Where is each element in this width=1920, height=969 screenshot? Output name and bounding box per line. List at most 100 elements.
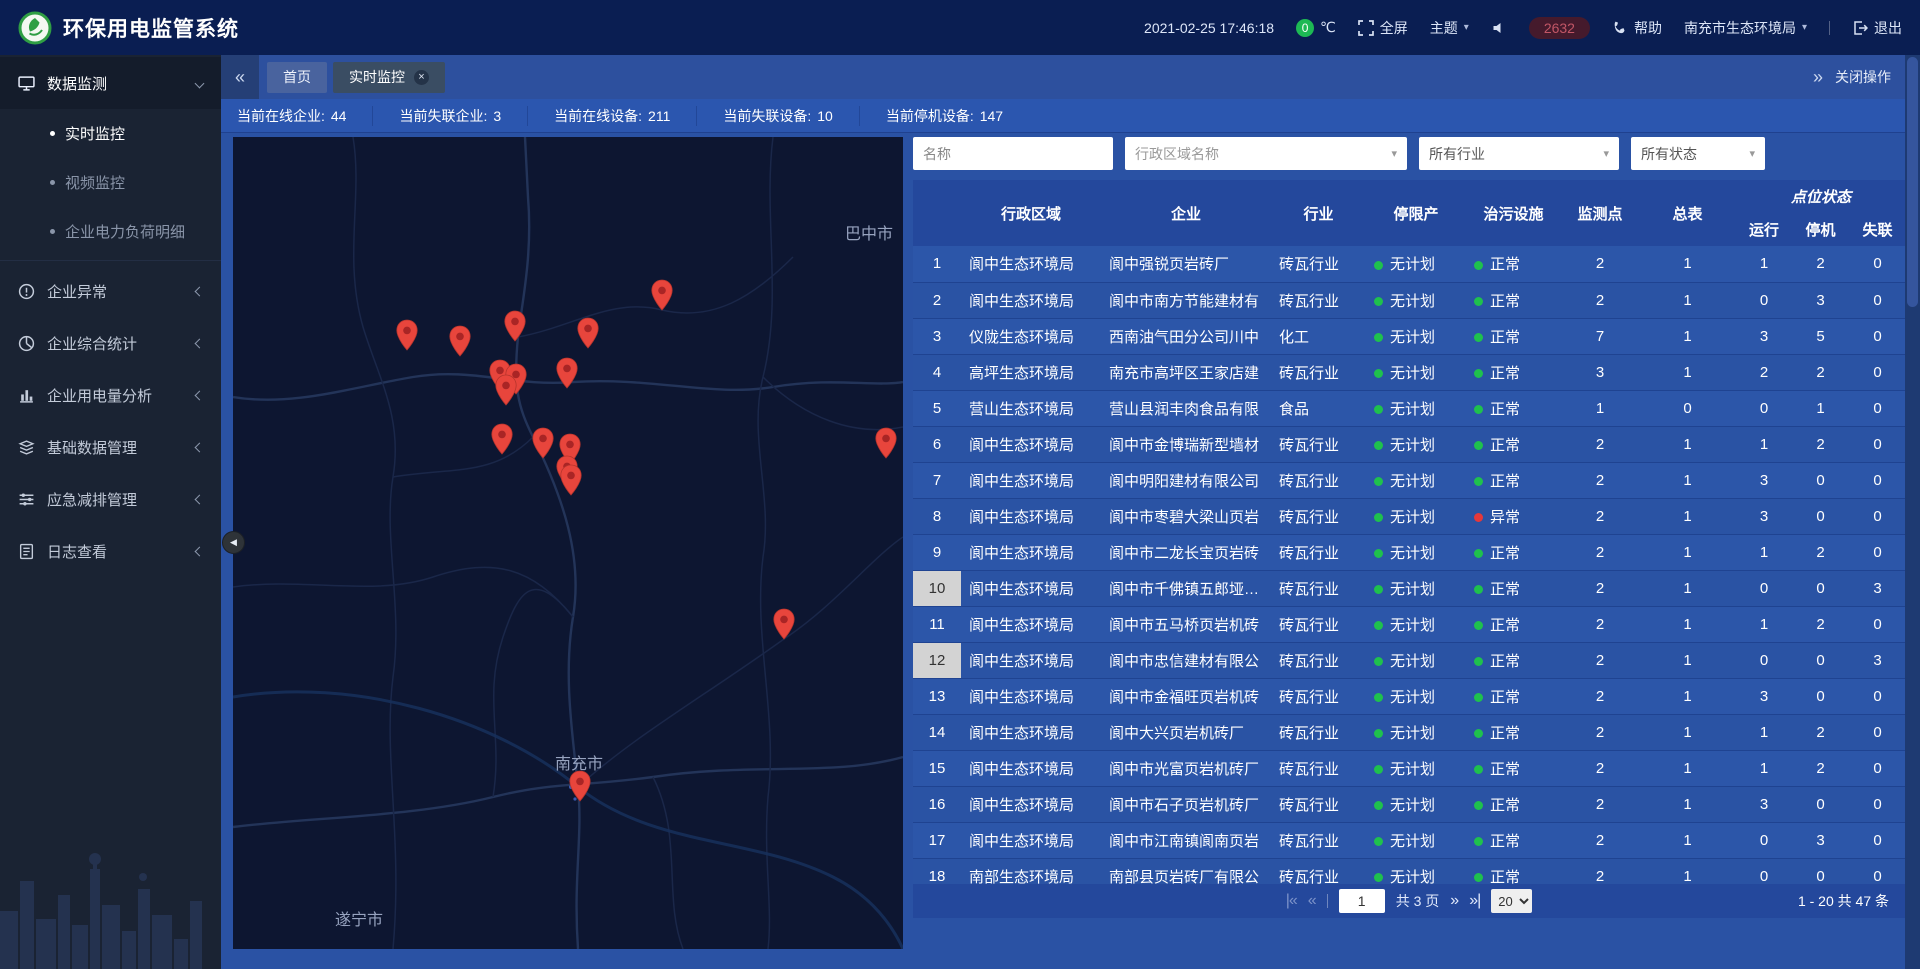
table-row[interactable]: 3 仪陇生态环境局 西南油气田分公司川中 化工 无计划 正常 7 1 3 5 0 — [913, 318, 1905, 354]
scrollbar-thumb[interactable] — [1907, 57, 1918, 307]
sidebar-item-company-abnormal[interactable]: 企业异常 — [0, 265, 221, 317]
prev-page-button[interactable]: « — [1308, 892, 1316, 910]
cell-region: 阆中生态环境局 — [961, 534, 1101, 570]
map-pin[interactable] — [561, 465, 581, 495]
sidebar-item-data-monitoring[interactable]: 数据监测 — [0, 57, 221, 109]
cell-limit: 无计划 — [1366, 678, 1466, 714]
cell-run: 0 — [1736, 858, 1792, 884]
table-row[interactable]: 9 阆中生态环境局 阆中市二龙长宝页岩砖 砖瓦行业 无计划 正常 2 1 1 2… — [913, 534, 1905, 570]
org-dropdown[interactable]: 南充市生态环境局 ▾ — [1684, 18, 1807, 38]
map-pin[interactable] — [450, 326, 470, 356]
table-row[interactable]: 2 阆中生态环境局 阆中市南方节能建材有 砖瓦行业 无计划 正常 2 1 0 3… — [913, 282, 1905, 318]
table-row[interactable]: 18 南部生态环境局 南部县页岩砖厂有限公 砖瓦行业 无计划 正常 2 1 0 … — [913, 858, 1905, 884]
tab-home[interactable]: 首页 — [267, 62, 327, 93]
status-dot-icon — [1374, 585, 1383, 594]
theme-dropdown[interactable]: 主题 ▾ — [1430, 18, 1469, 38]
table-row[interactable]: 7 阆中生态环境局 阆中明阳建材有限公司 砖瓦行业 无计划 正常 2 1 3 0… — [913, 462, 1905, 498]
table-row[interactable]: 11 阆中生态环境局 阆中市五马桥页岩机砖 砖瓦行业 无计划 正常 2 1 1 … — [913, 606, 1905, 642]
region-filter-select[interactable]: 行政区域名称 ▾ — [1125, 137, 1407, 170]
page-input[interactable] — [1339, 889, 1385, 913]
table-row[interactable]: 16 阆中生态环境局 阆中市石子页岩机砖厂 砖瓦行业 无计划 正常 2 1 3 … — [913, 786, 1905, 822]
table-row[interactable]: 17 阆中生态环境局 阆中市江南镇阆南页岩 砖瓦行业 无计划 正常 2 1 0 … — [913, 822, 1905, 858]
table-row[interactable]: 10 阆中生态环境局 阆中市千佛镇五郎垭页岩 砖瓦行业 无计划 正常 2 1 0… — [913, 570, 1905, 606]
help-button[interactable]: 帮助 — [1612, 18, 1662, 38]
cell-region: 南部生态环境局 — [961, 858, 1101, 884]
table-row[interactable]: 4 高坪生态环境局 南充市高坪区王家店建 砖瓦行业 无计划 正常 3 1 2 2… — [913, 354, 1905, 390]
cell-stop: 2 — [1792, 750, 1849, 786]
sidebar-subitem-power-load-detail[interactable]: 企业电力负荷明细 — [0, 207, 221, 256]
table-row[interactable]: 12 阆中生态环境局 阆中市忠信建材有限公 砖瓦行业 无计划 正常 2 1 0 … — [913, 642, 1905, 678]
name-filter-input[interactable] — [913, 137, 1113, 170]
table-row[interactable]: 5 营山生态环境局 营山县润丰肉食品有限 食品 无计划 正常 1 0 0 1 0 — [913, 390, 1905, 426]
cell-region: 营山生态环境局 — [961, 390, 1101, 426]
sidebar-item-company-statistics[interactable]: 企业综合统计 — [0, 317, 221, 369]
map-pin[interactable] — [533, 428, 553, 458]
speaker-icon[interactable] — [1491, 20, 1507, 36]
status-dot-icon — [1474, 657, 1483, 666]
map-svg[interactable]: 巴中市南充市遂宁市 — [233, 137, 903, 949]
cell-lost: 0 — [1849, 606, 1905, 642]
map[interactable]: ◀ — [233, 137, 903, 949]
sidebar-item-power-analysis[interactable]: 企业用电量分析 — [0, 369, 221, 421]
status-dot-icon — [1474, 261, 1483, 270]
map-pin[interactable] — [876, 428, 896, 458]
table-row[interactable]: 6 阆中生态环境局 阆中市金博瑞新型墙材 砖瓦行业 无计划 正常 2 1 1 2… — [913, 426, 1905, 462]
cell-facility: 正常 — [1466, 786, 1561, 822]
header-facility: 治污设施 — [1466, 180, 1561, 246]
cell-meter: 1 — [1639, 318, 1736, 354]
tabs-scroll-left-button[interactable]: « — [221, 55, 259, 99]
fullscreen-button[interactable]: 全屏 — [1358, 18, 1408, 38]
table-row[interactable]: 8 阆中生态环境局 阆中市枣碧大梁山页岩 砖瓦行业 无计划 异常 2 1 3 0… — [913, 498, 1905, 534]
cell-facility: 正常 — [1466, 426, 1561, 462]
map-pin[interactable] — [578, 318, 598, 348]
close-icon[interactable]: × — [414, 70, 429, 85]
collapse-panel-button[interactable]: ◀ — [222, 531, 245, 554]
cell-company: 南充市高坪区王家店建 — [1101, 354, 1271, 390]
logout-button[interactable]: 退出 — [1852, 18, 1902, 38]
cell-industry: 砖瓦行业 — [1271, 606, 1366, 642]
sidebar-subitem-video-monitor[interactable]: 视频监控 — [0, 158, 221, 207]
sidebar-item-emergency-reduction[interactable]: 应急减排管理 — [0, 473, 221, 525]
industry-filter-select[interactable]: 所有行业 ▾ — [1419, 137, 1619, 170]
cell-stop: 0 — [1792, 642, 1849, 678]
tabs-scroll-right-button[interactable]: » — [1813, 67, 1823, 88]
first-page-button[interactable]: |« — [1286, 892, 1297, 910]
caret-down-icon: ▾ — [1802, 22, 1807, 33]
status-filter-select[interactable]: 所有状态 ▾ — [1631, 137, 1765, 170]
stat-label: 当前停机设备: — [886, 106, 974, 126]
table-row[interactable]: 1 阆中生态环境局 阆中强锐页岩砖厂 砖瓦行业 无计划 正常 2 1 1 2 0 — [913, 246, 1905, 282]
sidebar-item-log-view[interactable]: 日志查看 — [0, 525, 221, 577]
last-page-button[interactable]: »| — [1469, 892, 1480, 910]
table-row[interactable]: 14 阆中生态环境局 阆中大兴页岩机砖厂 砖瓦行业 无计划 正常 2 1 1 2… — [913, 714, 1905, 750]
status-dot-icon — [1474, 513, 1483, 522]
stat-offline-devices: 当前失联设备: 10 — [723, 106, 859, 126]
document-icon — [18, 543, 35, 560]
stat-label: 当前失联设备: — [723, 106, 811, 126]
tab-realtime-monitor[interactable]: 实时监控 × — [333, 62, 445, 93]
cell-run: 1 — [1736, 534, 1792, 570]
cell-facility: 正常 — [1466, 534, 1561, 570]
next-page-button[interactable]: » — [1450, 892, 1458, 910]
cell-meter: 1 — [1639, 750, 1736, 786]
map-pin[interactable] — [570, 771, 590, 801]
map-pin[interactable] — [492, 424, 512, 454]
status-dot-icon — [1374, 441, 1383, 450]
alert-count-badge[interactable]: 2632 — [1529, 17, 1590, 39]
chevron-left-icon — [195, 390, 205, 400]
sidebar-item-base-data[interactable]: 基础数据管理 — [0, 421, 221, 473]
cell-monitor: 2 — [1561, 282, 1639, 318]
page-size-select[interactable]: 20 — [1491, 889, 1532, 913]
sidebar-subitem-realtime-monitor[interactable]: 实时监控 — [0, 109, 221, 158]
header-company: 企业 — [1101, 180, 1271, 246]
scrollbar[interactable] — [1905, 55, 1920, 969]
map-pin[interactable] — [652, 280, 672, 310]
cell-meter: 1 — [1639, 822, 1736, 858]
cell-company: 阆中市江南镇阆南页岩 — [1101, 822, 1271, 858]
table-row[interactable]: 13 阆中生态环境局 阆中市金福旺页岩机砖 砖瓦行业 无计划 正常 2 1 3 … — [913, 678, 1905, 714]
map-pin[interactable] — [496, 375, 516, 405]
status-dot-icon — [1374, 801, 1383, 810]
close-operations-button[interactable]: 关闭操作 — [1835, 67, 1891, 87]
cell-industry: 食品 — [1271, 390, 1366, 426]
table-row[interactable]: 15 阆中生态环境局 阆中市光富页岩机砖厂 砖瓦行业 无计划 正常 2 1 1 … — [913, 750, 1905, 786]
map-pin[interactable] — [397, 320, 417, 350]
